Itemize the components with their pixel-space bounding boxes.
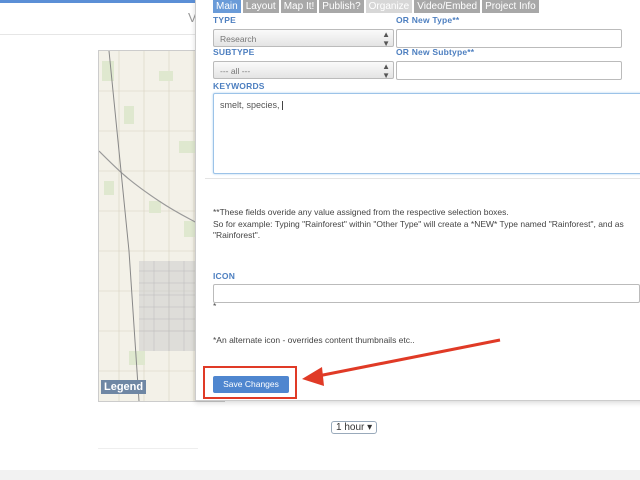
annotation-arrow <box>302 338 501 386</box>
page-footer-strip <box>0 470 640 480</box>
